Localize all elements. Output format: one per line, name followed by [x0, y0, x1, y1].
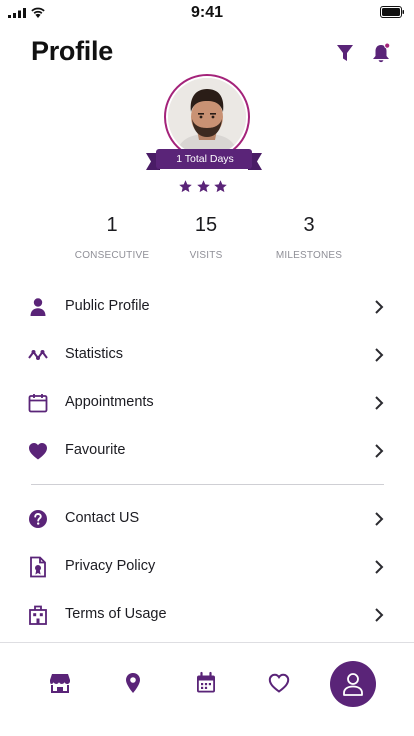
chevron-right-icon: [375, 444, 384, 458]
tab-bar-divider: [0, 642, 414, 643]
heart-icon: [268, 673, 290, 693]
chevron-right-icon: [375, 608, 384, 622]
menu-item-appointments[interactable]: Appointments: [0, 382, 414, 422]
user-icon: [343, 673, 363, 696]
chevron-right-icon: [375, 396, 384, 410]
heart-icon: [29, 443, 47, 460]
section-divider: [31, 484, 384, 485]
tab-calendar[interactable]: [188, 666, 224, 702]
bell-icon[interactable]: [370, 42, 392, 64]
tab-store[interactable]: [42, 666, 78, 702]
status-bar: 9:41: [0, 0, 414, 26]
menu-item-label: Terms of Usage: [65, 606, 167, 622]
menu-item-terms-of-usage[interactable]: Terms of Usage: [0, 594, 414, 634]
menu-item-label: Public Profile: [65, 298, 150, 314]
avatar-photo: [168, 78, 246, 156]
person-icon: [30, 298, 46, 316]
tab-favourite[interactable]: [261, 666, 297, 702]
store-icon: [50, 674, 70, 693]
star-icon: [214, 180, 227, 193]
star-icon: [196, 180, 210, 193]
menu-item-label: Statistics: [65, 346, 124, 362]
stat-value: 3: [303, 214, 315, 236]
calendar-icon: [197, 671, 215, 693]
menu-item-label: Appointments: [65, 394, 154, 410]
chevron-right-icon: [375, 560, 384, 574]
certificate-icon: [30, 556, 46, 578]
tab-location[interactable]: [115, 666, 151, 702]
menu-item-label: Privacy Policy: [65, 558, 156, 574]
menu-item-label: Favourite: [65, 442, 126, 458]
menu-item-contact-us[interactable]: Contact US: [0, 498, 414, 538]
filter-icon[interactable]: [334, 42, 356, 64]
chevron-right-icon: [375, 512, 384, 526]
chevron-right-icon: [375, 348, 384, 362]
menu-item-privacy-policy[interactable]: Privacy Policy: [0, 546, 414, 586]
stat-value: 15: [194, 214, 218, 236]
menu-item-statistics[interactable]: Statistics: [0, 334, 414, 374]
stat-milestones: 3 MILESTONES: [249, 214, 369, 261]
stat-visits: 15 VISITS: [146, 214, 266, 261]
menu-item-label: Contact US: [65, 510, 140, 526]
help-icon: [29, 510, 47, 528]
menu-item-public-profile[interactable]: Public Profile: [0, 286, 414, 326]
page-title: Profile: [31, 36, 113, 66]
menu-item-favourite[interactable]: Favourite: [0, 430, 414, 470]
building-icon: [29, 605, 47, 625]
location-pin-icon: [126, 673, 140, 693]
calendar-icon: [28, 394, 48, 413]
stat-label: MILESTONES: [275, 250, 343, 261]
status-time: 9:41: [190, 4, 224, 21]
stat-label: VISITS: [189, 250, 223, 261]
badge-label: 1 Total Days: [176, 153, 234, 165]
battery-icon: [380, 6, 404, 18]
avatar[interactable]: [168, 78, 246, 156]
activity-icon: [28, 350, 48, 360]
chevron-right-icon: [375, 300, 384, 314]
tab-profile[interactable]: [330, 661, 376, 707]
star-icon: [179, 180, 192, 193]
rating-stars: [178, 179, 228, 195]
